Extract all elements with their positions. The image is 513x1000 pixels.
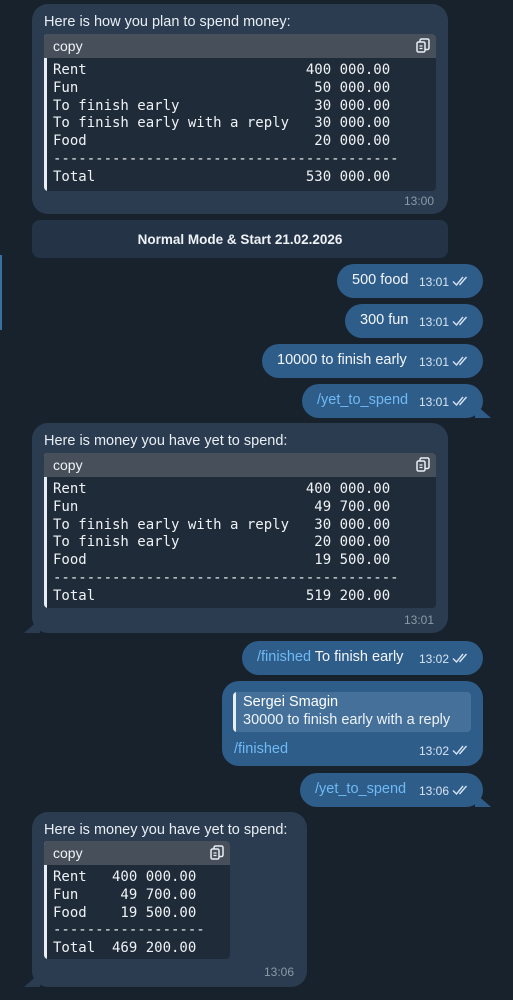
- double-check-icon: [452, 396, 468, 407]
- bot-command-link[interactable]: /yet_to_spend: [315, 781, 406, 797]
- double-check-icon: [452, 785, 468, 796]
- code-content: Rent 400 000.00 Fun 50 000.00 To finish …: [53, 62, 399, 185]
- service-message: Normal Mode & Start 21.02.2026: [32, 220, 448, 258]
- bot-command-link[interactable]: /yet_to_spend: [317, 392, 408, 408]
- copy-icon[interactable]: [416, 457, 430, 473]
- code-content: Rent 400 000.00 Fun 49 700.00 To finish …: [53, 481, 399, 604]
- code-block-header: copy: [44, 453, 436, 477]
- code-block-header: copy: [44, 841, 230, 865]
- scroll-edge-indicator: [0, 255, 2, 330]
- message-time: 13:01: [418, 395, 449, 409]
- code-language-label: copy: [53, 38, 83, 54]
- double-check-icon: [452, 316, 468, 327]
- message-text: Here is money you have yet to spend:: [44, 433, 288, 449]
- reply-quote[interactable]: Sergei Smagin 30000 to finish early with…: [233, 692, 471, 732]
- outgoing-message: /finished To finish early 13:02: [242, 641, 483, 675]
- double-check-icon: [452, 356, 468, 367]
- message-text: 10000 to finish early: [277, 352, 407, 368]
- message-text: Here is how you plan to spend money:: [44, 14, 291, 30]
- code-block: copy Rent 400 000.00 Fun 50 000.00 To fi…: [44, 34, 436, 191]
- copy-icon[interactable]: [416, 38, 430, 54]
- message-text: Here is money you have yet to spend:: [44, 822, 288, 838]
- outgoing-message: /yet_to_spend 13:06: [300, 773, 491, 807]
- incoming-message: Here is money you have yet to spend: cop…: [24, 423, 448, 633]
- incoming-message: Here is how you plan to spend money: cop…: [32, 4, 448, 214]
- reply-author: Sergei Smagin: [243, 694, 339, 710]
- message-time: 13:01: [418, 275, 449, 289]
- bot-command-link[interactable]: /finished: [257, 649, 311, 665]
- message-time: 13:02: [418, 652, 449, 666]
- double-check-icon: [452, 745, 468, 756]
- message-body: To finish early: [311, 649, 404, 665]
- bot-command-link[interactable]: /finished: [234, 741, 288, 757]
- outgoing-message: /yet_to_spend 13:01: [302, 384, 491, 418]
- message-time: 13:02: [418, 744, 449, 758]
- double-check-icon: [452, 276, 468, 287]
- message-time: 13:06: [263, 965, 294, 979]
- incoming-message: Here is money you have yet to spend: cop…: [24, 812, 307, 987]
- outgoing-reply-message: Sergei Smagin 30000 to finish early with…: [222, 681, 483, 766]
- outgoing-message: 300 fun 13:01: [345, 304, 483, 338]
- message-text: 500 food: [352, 272, 409, 288]
- message-time: 13:01: [418, 355, 449, 369]
- message-text: /finished To finish early: [257, 649, 403, 665]
- code-content: Rent 400 000.00 Fun 49 700.00 Food 19 50…: [53, 869, 205, 957]
- double-check-icon: [452, 653, 468, 664]
- outgoing-message: 10000 to finish early 13:01: [262, 344, 483, 378]
- code-block-header: copy: [44, 34, 436, 58]
- message-time: 13:06: [418, 784, 449, 798]
- copy-icon[interactable]: [210, 845, 224, 861]
- message-time: 13:01: [418, 315, 449, 329]
- message-time: 13:00: [403, 194, 434, 208]
- reply-quoted-text: 30000 to finish early with a reply: [243, 712, 451, 728]
- code-block: copy Rent 400 000.00 Fun 49 700.00 To fi…: [44, 453, 436, 608]
- code-block: copy Rent 400 000.00 Fun 49 700.00 Food …: [44, 841, 230, 959]
- outgoing-message: 500 food 13:01: [337, 264, 483, 298]
- code-language-label: copy: [53, 845, 83, 861]
- message-time: 13:01: [403, 613, 434, 627]
- code-language-label: copy: [53, 457, 83, 473]
- message-text: 300 fun: [360, 312, 409, 328]
